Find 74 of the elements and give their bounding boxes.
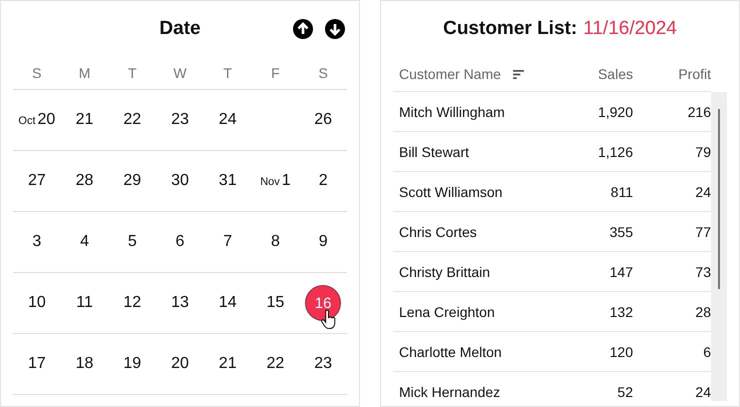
calendar-title: Date <box>159 18 201 40</box>
table-cell-text: 811 <box>610 184 633 200</box>
calendar-day[interactable]: 10 <box>28 294 46 312</box>
calendar-day[interactable]: 27 <box>28 172 46 190</box>
table-cell-text: 79 <box>694 144 711 160</box>
weekday-label: S <box>32 65 42 81</box>
calendar-day[interactable]: 17 <box>28 355 46 373</box>
calendar-day[interactable]: 13 <box>171 294 189 312</box>
table-cell-text: 52 <box>616 384 633 400</box>
table-cell-text: 6 <box>702 344 711 360</box>
table-cell-text: 24 <box>694 384 711 400</box>
table-cell-text: 77 <box>694 224 711 240</box>
table-cell-text: Mitch Willingham <box>399 104 506 120</box>
calendar-day[interactable]: Oct 20 <box>18 111 56 129</box>
calendar-day[interactable]: 22 <box>123 111 142 129</box>
weekday-label: S <box>318 65 328 81</box>
list-title: Customer List: <box>443 18 578 40</box>
calendar-day[interactable]: 19 <box>123 355 142 373</box>
calendar-day[interactable]: 22 <box>266 355 284 373</box>
table-cell-text: 1,126 <box>596 144 633 160</box>
selected-date: 11/16/2024 <box>583 18 677 40</box>
calendar-day[interactable]: 29 <box>123 172 142 190</box>
calendar-day[interactable]: 12 <box>123 294 142 312</box>
hand-cursor-icon <box>321 309 336 330</box>
calendar-day[interactable]: 5 <box>128 233 137 251</box>
table-cell-text: Scott Williamson <box>399 184 504 200</box>
column-header[interactable]: Profit <box>633 66 711 82</box>
calendar-day[interactable]: 4 <box>80 233 90 251</box>
weekday-label: F <box>271 65 280 81</box>
calendar-day[interactable]: 21 <box>76 111 94 129</box>
weekday-label: T <box>128 65 137 81</box>
sort-icon[interactable] <box>512 70 524 78</box>
weekday-label: M <box>78 65 90 81</box>
calendar-day[interactable]: 23 <box>314 355 332 373</box>
table-cell-text: Bill Stewart <box>399 144 470 160</box>
table-cell-text: Christy Brittain <box>399 264 492 280</box>
weekday-label: T <box>223 65 232 81</box>
table-cell-text: 73 <box>694 264 711 280</box>
calendar-day[interactable]: 15 <box>266 294 284 312</box>
table-cell-text: 28 <box>694 304 711 320</box>
table-cell-text: 24 <box>694 184 711 200</box>
calendar-day[interactable]: 11 <box>76 294 93 312</box>
calendar-day[interactable]: 2 <box>318 172 328 190</box>
calendar-day[interactable]: 21 <box>218 355 237 373</box>
scrollbar[interactable] <box>711 92 727 401</box>
table-cell-text: 216 <box>686 104 711 120</box>
table-cell-text: 120 <box>608 344 633 360</box>
calendar-day[interactable]: 14 <box>218 294 237 312</box>
calendar-day[interactable]: 30 <box>171 172 189 190</box>
weekday-label: W <box>173 65 187 81</box>
table-cell-text: Lena Creighton <box>399 304 496 320</box>
calendar-day[interactable]: Nov 1 <box>260 172 291 190</box>
calendar-day[interactable]: 8 <box>270 233 280 251</box>
column-header[interactable]: Sales <box>563 66 633 82</box>
selected-day[interactable]: 16 <box>305 285 342 321</box>
table-cell-text: 147 <box>608 264 633 280</box>
table-cell-text: Chris Cortes <box>399 224 478 240</box>
table-cell-text: 355 <box>608 224 633 240</box>
calendar-day[interactable]: 7 <box>223 233 232 251</box>
calendar-day[interactable]: 3 <box>32 233 42 251</box>
table-cell-text: Charlotte Melton <box>399 344 503 360</box>
table-cell-text: 132 <box>608 304 633 320</box>
column-header[interactable]: Customer Name <box>399 66 501 82</box>
calendar-day[interactable]: 6 <box>176 233 184 251</box>
calendar-day[interactable]: 31 <box>218 172 237 190</box>
calendar-day[interactable]: 26 <box>314 111 332 129</box>
calendar-day[interactable]: 24 <box>218 111 237 129</box>
calendar-day[interactable]: 9 <box>318 233 328 251</box>
calendar-day[interactable]: 23 <box>171 111 189 129</box>
calendar-day[interactable]: 20 <box>171 355 189 373</box>
table-cell-text: 1,920 <box>596 104 633 120</box>
calendar-day[interactable]: 18 <box>76 355 94 373</box>
table-cell-text: Mick Hernandez <box>399 384 502 400</box>
calendar-day[interactable]: 28 <box>76 172 94 190</box>
